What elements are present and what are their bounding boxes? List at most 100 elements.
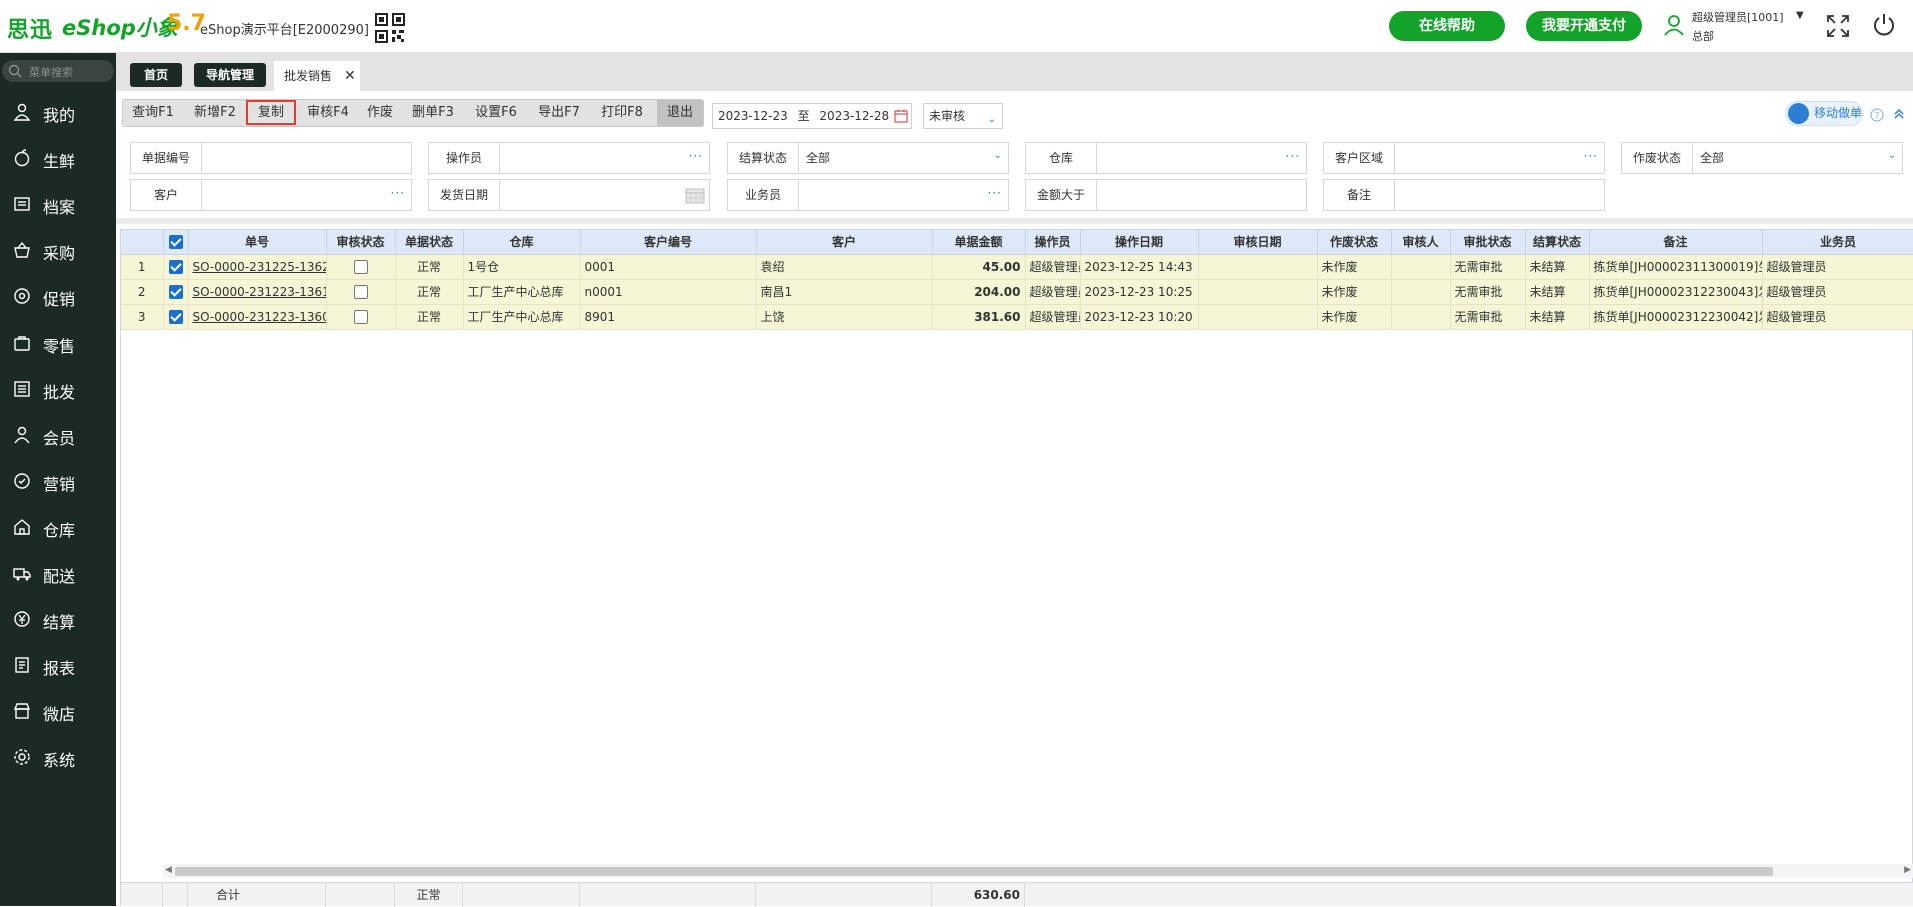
filter-value[interactable]: 全部 bbox=[806, 143, 830, 173]
new-button[interactable]: 新增F2 bbox=[184, 100, 246, 126]
order-number-link[interactable]: SO-0000-231225-1362 bbox=[193, 260, 326, 274]
checkbox-checked-icon[interactable] bbox=[168, 235, 183, 249]
column-header[interactable]: 客户编号 bbox=[580, 230, 757, 255]
enable-payment-button[interactable]: 我要开通支付 bbox=[1526, 11, 1642, 41]
sidebar-item-1[interactable]: 生鲜 bbox=[0, 139, 116, 179]
print-button[interactable]: 打印F8 bbox=[591, 100, 653, 126]
sidebar-item-9[interactable]: 仓库 bbox=[0, 508, 116, 548]
sidebar-item-14[interactable]: 系统 bbox=[0, 738, 116, 778]
filter-row2-3[interactable]: 金额大于 bbox=[1025, 179, 1307, 211]
scrollbar-thumb[interactable] bbox=[175, 867, 1773, 876]
filter-row1-5[interactable]: 作废状态 全部 ⌄ bbox=[1621, 142, 1903, 174]
filter-row2-4[interactable]: 备注 bbox=[1323, 179, 1605, 211]
filter-row2-2[interactable]: 业务员 ··· bbox=[727, 179, 1009, 211]
column-header[interactable]: 操作日期 bbox=[1080, 230, 1199, 255]
more-dots-icon[interactable]: ··· bbox=[391, 186, 405, 200]
user-avatar-icon[interactable] bbox=[1663, 14, 1685, 36]
filter-value[interactable]: 全部 bbox=[1700, 143, 1724, 173]
more-dots-icon[interactable]: ··· bbox=[1286, 149, 1300, 163]
column-header[interactable]: 单据金额 bbox=[932, 230, 1026, 255]
column-header[interactable]: 单据状态 bbox=[395, 230, 464, 255]
online-help-button[interactable]: 在线帮助 bbox=[1389, 11, 1505, 41]
user-menu-caret-icon[interactable]: ▼ bbox=[1796, 10, 1804, 21]
filter-row1-0[interactable]: 单据编号 bbox=[130, 142, 412, 174]
export-button[interactable]: 导出F7 bbox=[528, 100, 590, 126]
sidebar-item-4[interactable]: 促销 bbox=[0, 277, 116, 317]
sidebar-item-12[interactable]: 报表 bbox=[0, 646, 116, 686]
copy-button[interactable]: 复制 bbox=[246, 100, 296, 125]
scroll-right-icon[interactable]: ▶ bbox=[1904, 865, 1911, 875]
collapse-up-icon[interactable] bbox=[1892, 107, 1906, 121]
row-checkbox[interactable] bbox=[168, 309, 183, 324]
filter-row1-2[interactable]: 结算状态 全部 ⌄ bbox=[727, 142, 1009, 174]
table-row[interactable]: 1 SO-0000-231225-1362 正常 1号仓 0001 袁绍 45.00 超级管理… bbox=[121, 254, 1913, 280]
sidebar-item-7[interactable]: 会员 bbox=[0, 416, 116, 456]
horizontal-scrollbar[interactable]: ◀ ▶ bbox=[163, 864, 1913, 878]
calendar-icon[interactable] bbox=[894, 109, 908, 123]
column-header[interactable]: 结算状态 bbox=[1525, 230, 1590, 255]
scroll-left-icon[interactable]: ◀ bbox=[165, 865, 172, 875]
column-header[interactable]: 审核日期 bbox=[1198, 230, 1318, 255]
column-header[interactable]: 操作员 bbox=[1025, 230, 1081, 255]
exit-button[interactable]: 退出 bbox=[657, 100, 703, 126]
audit-button[interactable]: 审核F4 bbox=[298, 100, 358, 126]
help-icon[interactable]: ? bbox=[1870, 108, 1884, 122]
select-all-checkbox[interactable] bbox=[163, 230, 189, 255]
filter-row2-0[interactable]: 客户 ··· bbox=[130, 179, 412, 211]
column-header[interactable]: 客户 bbox=[756, 230, 933, 255]
calendar-icon[interactable] bbox=[685, 187, 705, 204]
delete-button[interactable]: 删单F3 bbox=[402, 100, 464, 126]
date-range-field[interactable]: 2023-12-23 至 2023-12-28 bbox=[712, 103, 912, 129]
audit-status-select[interactable]: 未审核 ⌄ bbox=[923, 103, 1003, 129]
column-header[interactable]: 作废状态 bbox=[1317, 230, 1392, 255]
menu-search-input[interactable]: 菜单搜索 bbox=[2, 60, 114, 82]
filter-row1-3[interactable]: 仓库 ··· bbox=[1025, 142, 1307, 174]
audit-checkbox[interactable] bbox=[353, 259, 368, 274]
sidebar-item-0[interactable]: 我的 bbox=[0, 93, 116, 133]
close-icon[interactable]: ✕ bbox=[344, 61, 356, 91]
sidebar-item-3[interactable]: 采购 bbox=[0, 231, 116, 271]
tab-wholesale-sales[interactable]: 批发销售 ✕ bbox=[274, 61, 360, 91]
filter-row1-1[interactable]: 操作员 ··· bbox=[428, 142, 710, 174]
column-header[interactable]: 备注 bbox=[1589, 230, 1763, 255]
sidebar-item-5[interactable]: 零售 bbox=[0, 324, 116, 364]
more-dots-icon[interactable]: ··· bbox=[1584, 149, 1598, 163]
more-dots-icon[interactable]: ··· bbox=[689, 149, 703, 163]
sidebar-item-6[interactable]: 批发 bbox=[0, 370, 116, 410]
table-row[interactable]: 3 SO-0000-231223-1360 正常 工厂生产中心总库 8901 上饶 381.… bbox=[121, 304, 1913, 330]
order-number-link[interactable]: SO-0000-231223-1360 bbox=[193, 310, 326, 324]
filter-row2-1[interactable]: 发货日期 bbox=[428, 179, 710, 211]
order-number-link[interactable]: SO-0000-231223-1361 bbox=[193, 285, 326, 299]
sidebar-item-8[interactable]: 营销 bbox=[0, 462, 116, 502]
audit-checkbox[interactable] bbox=[353, 309, 368, 324]
row-checkbox[interactable] bbox=[168, 284, 183, 299]
sidebar-item-10[interactable]: 配送 bbox=[0, 554, 116, 594]
column-header[interactable]: 仓库 bbox=[463, 230, 581, 255]
filter-row1-4[interactable]: 客户区域 ··· bbox=[1323, 142, 1605, 174]
row-checkbox[interactable] bbox=[168, 259, 183, 274]
column-header[interactable] bbox=[121, 230, 164, 255]
tab-home[interactable]: 首页 bbox=[130, 63, 182, 87]
column-header[interactable]: 审核人 bbox=[1391, 230, 1451, 255]
audit-checkbox[interactable] bbox=[353, 284, 368, 299]
column-header[interactable]: 审核状态 bbox=[326, 230, 396, 255]
fullscreen-icon[interactable] bbox=[1826, 14, 1850, 38]
mobile-order-button[interactable]: 移动做单 bbox=[1785, 101, 1863, 126]
power-icon[interactable] bbox=[1872, 13, 1896, 37]
void-button[interactable]: 作废 bbox=[359, 100, 401, 126]
column-header[interactable]: 审批状态 bbox=[1450, 230, 1526, 255]
settings-button[interactable]: 设置F6 bbox=[465, 100, 527, 126]
more-dots-icon[interactable]: ··· bbox=[988, 186, 1002, 200]
column-header[interactable]: 业务员 bbox=[1762, 230, 1913, 255]
table-row[interactable]: 2 SO-0000-231223-1361 正常 工厂生产中心总库 n0001 南昌1 20… bbox=[121, 279, 1913, 305]
tab-nav-manage[interactable]: 导航管理 bbox=[194, 63, 266, 87]
query-button[interactable]: 查询F1 bbox=[123, 100, 183, 126]
chevron-down-icon[interactable]: ⌄ bbox=[1888, 150, 1896, 161]
sidebar-item-2[interactable]: 档案 bbox=[0, 185, 116, 225]
sidebar-item-13[interactable]: 微店 bbox=[0, 692, 116, 732]
sidebar-item-11[interactable]: 结算 bbox=[0, 600, 116, 640]
column-header[interactable]: 单号 bbox=[188, 230, 327, 255]
user-name[interactable]: 超级管理员[1001] bbox=[1692, 9, 1784, 25]
qr-code-icon[interactable] bbox=[375, 13, 405, 43]
chevron-down-icon[interactable]: ⌄ bbox=[994, 150, 1002, 161]
